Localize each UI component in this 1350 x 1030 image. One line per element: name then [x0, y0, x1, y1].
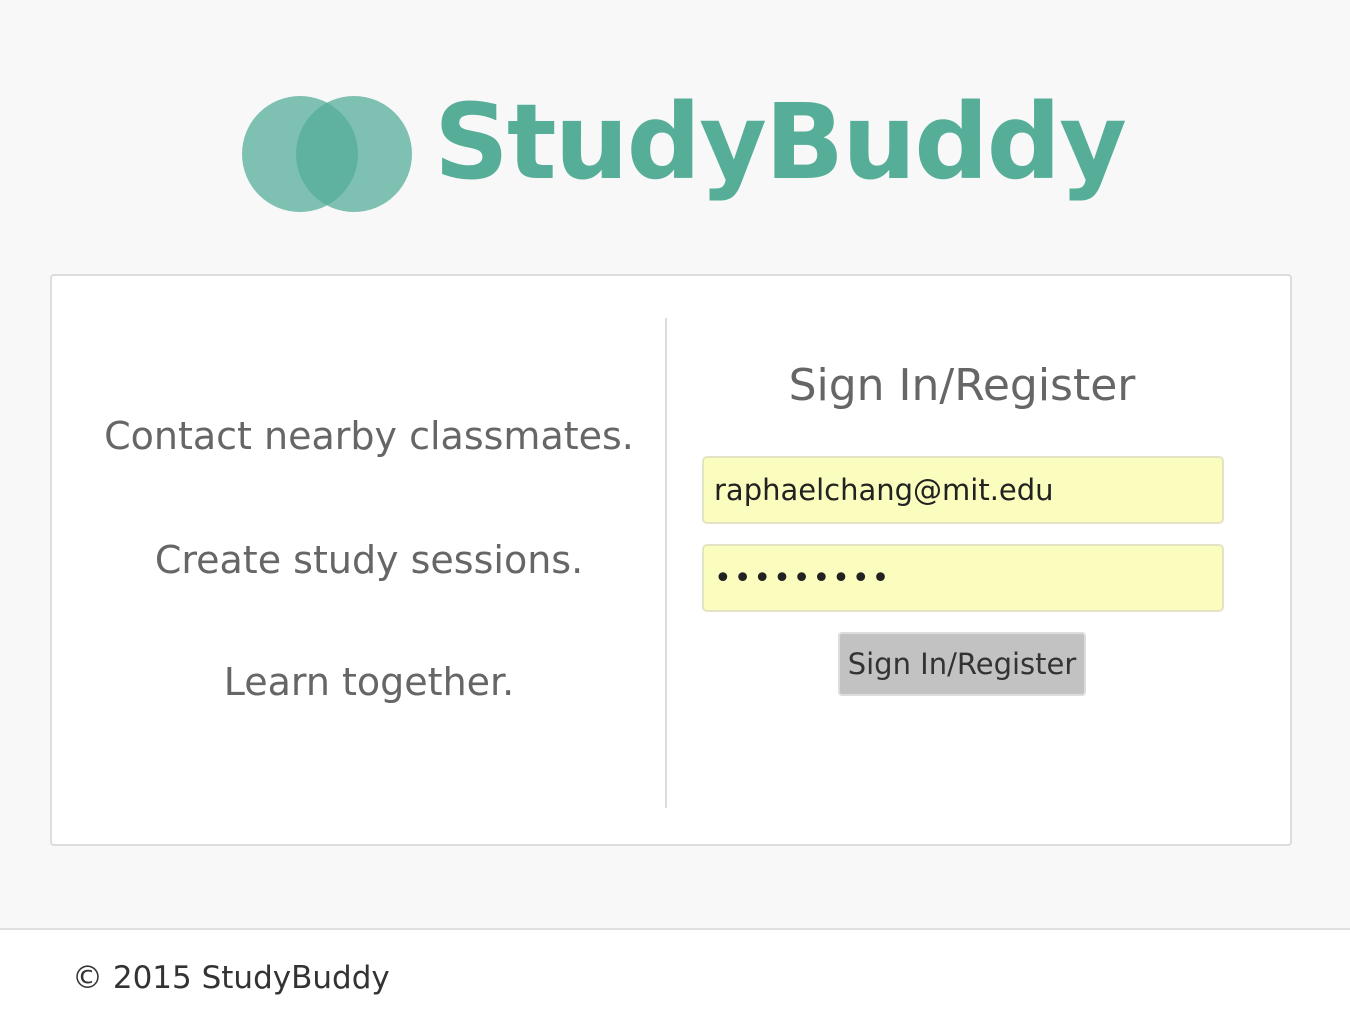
card-divider — [665, 318, 667, 808]
tagline-create: Create study sessions. — [154, 538, 584, 582]
brand-name: StudyBuddy — [434, 81, 1127, 203]
password-field[interactable] — [702, 544, 1224, 612]
signin-register-button[interactable]: Sign In/Register — [838, 632, 1086, 696]
signin-card: Contact nearby classmates. Create study … — [50, 274, 1292, 846]
email-field[interactable] — [702, 456, 1224, 524]
signin-title: Sign In/Register — [788, 360, 1136, 411]
tagline-contact: Contact nearby classmates. — [104, 414, 634, 458]
studybuddy-logo: StudyBuddy — [240, 81, 1127, 238]
copyright-text: © 2015 StudyBuddy — [72, 960, 390, 996]
overlapping-circles-icon — [242, 96, 412, 212]
tagline-learn: Learn together. — [223, 660, 515, 704]
footer: © 2015 StudyBuddy — [0, 928, 1350, 1030]
